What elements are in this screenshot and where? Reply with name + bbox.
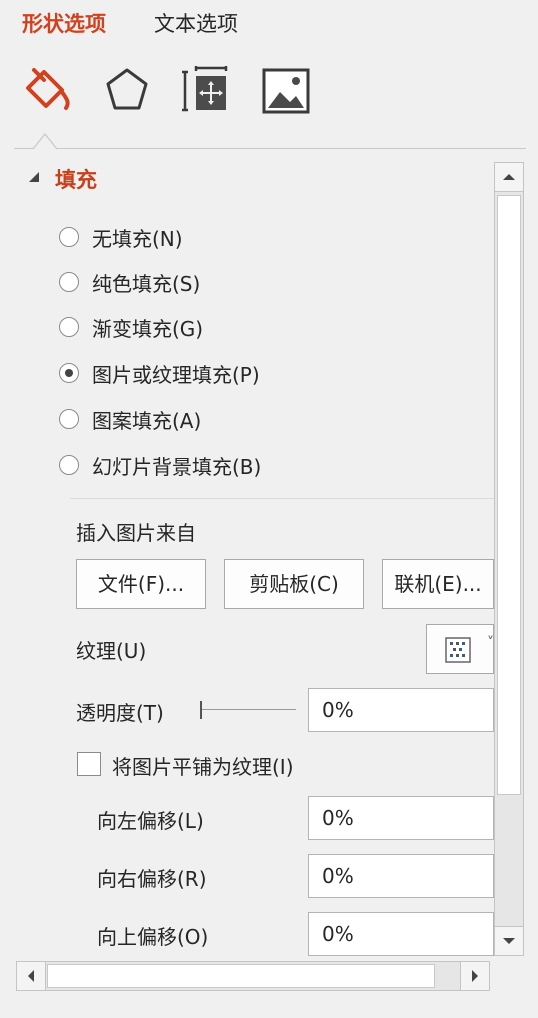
vertical-scrollbar[interactable] [494,162,524,956]
clipboard-button[interactable]: 剪贴板(C) [224,559,364,609]
horizontal-scrollbar[interactable] [16,961,490,991]
size-properties-icon[interactable] [182,66,230,114]
scroll-down-button[interactable] [495,926,523,955]
transparency-slider-track[interactable] [202,709,296,710]
offset-right-label: 向右偏移(R) [97,867,207,891]
transparency-slider-thumb[interactable] [200,701,202,719]
texture-swatch-icon [445,637,471,663]
radio-slide-background-fill[interactable] [59,455,79,475]
offset-left-label: 向左偏移(L) [97,809,204,833]
online-button[interactable]: 联机(E)... [382,559,494,609]
radio-picture-texture-fill[interactable] [59,363,79,383]
tab-separator [14,148,526,149]
radio-no-fill[interactable] [59,227,79,247]
transparency-label: 透明度(T) [76,701,164,725]
scroll-left-arrow-icon [28,970,34,982]
texture-dropdown-chevron-icon: ˅ [487,635,494,651]
radio-label-no-fill: 无填充(N) [92,227,183,251]
insert-picture-from-label: 插入图片来自 [76,521,196,545]
tile-texture-label: 将图片平铺为纹理(I) [112,755,294,779]
vertical-scroll-thumb[interactable] [497,195,521,795]
scroll-right-button[interactable] [460,962,489,990]
collapse-triangle-icon[interactable] [28,171,40,183]
texture-label: 纹理(U) [76,639,147,663]
scroll-up-button[interactable] [495,163,523,192]
radio-pattern-fill[interactable] [59,409,79,429]
transparency-input[interactable]: 0% [308,688,494,732]
radio-label-solid-fill: 纯色填充(S) [92,272,201,296]
scroll-right-arrow-icon [472,970,478,982]
scroll-left-button[interactable] [17,962,46,990]
fill-section-title[interactable]: 填充 [55,164,97,194]
texture-picker[interactable]: ˅ [426,624,494,674]
scroll-down-arrow-icon [503,938,515,944]
scroll-up-arrow-icon [503,174,515,180]
active-tab-indicator [32,133,58,150]
radio-label-picture-texture-fill: 图片或纹理填充(P) [92,363,260,387]
tab-shape-options[interactable]: 形状选项 [22,8,106,38]
tile-texture-checkbox[interactable] [77,752,101,776]
options-divider [70,498,494,499]
offset-top-input[interactable]: 0% [308,912,494,956]
radio-label-pattern-fill: 图案填充(A) [92,409,202,433]
radio-label-gradient-fill: 渐变填充(G) [92,317,204,341]
file-button[interactable]: 文件(F)... [76,559,206,609]
radio-label-slide-background-fill: 幻灯片背景填充(B) [92,455,262,479]
offset-right-input[interactable]: 0% [308,854,494,898]
offset-left-input[interactable]: 0% [308,796,494,840]
effects-pentagon-icon[interactable] [104,66,150,116]
radio-gradient-fill[interactable] [59,317,79,337]
fill-line-icon[interactable] [20,62,76,116]
horizontal-scroll-thumb[interactable] [47,964,435,988]
picture-icon[interactable] [262,68,310,114]
radio-solid-fill[interactable] [59,272,79,292]
tab-text-options[interactable]: 文本选项 [154,8,238,38]
offset-top-label: 向上偏移(O) [97,925,209,949]
